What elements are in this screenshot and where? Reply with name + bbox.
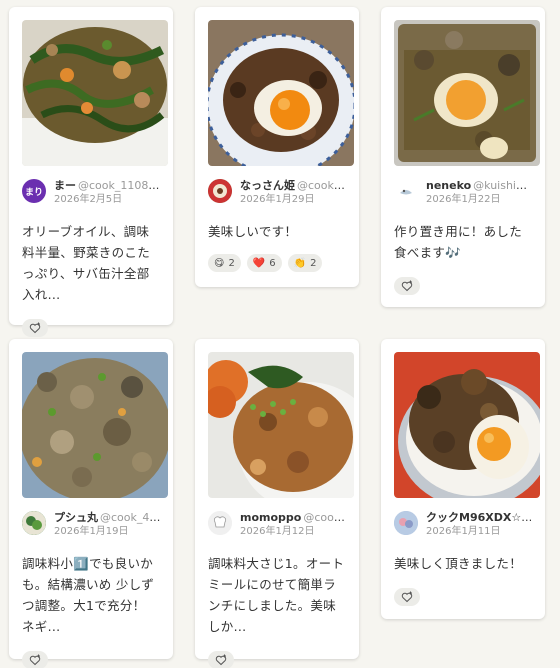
avatar[interactable] — [208, 511, 232, 535]
report-photo[interactable] — [208, 352, 354, 498]
heart-emoji-icon: ❤️ — [252, 257, 266, 269]
author-handle: @kuishinbo_ — [473, 179, 533, 192]
report-date: 2026年1月29日 — [240, 194, 315, 205]
reaction-list: 😋 2 ❤️ 6 👏 2 — [208, 254, 347, 272]
avatar[interactable] — [208, 179, 232, 203]
avatar[interactable] — [394, 511, 418, 535]
report-photo[interactable] — [22, 20, 168, 166]
author-handle: @cook_110801... — [78, 179, 161, 192]
report-comment: 美味しく頂きました！ — [394, 556, 523, 571]
reaction-chip[interactable]: 😋 2 — [208, 254, 241, 272]
heart-plus-icon — [401, 280, 413, 292]
heart-plus-icon — [29, 322, 41, 334]
report-photo[interactable] — [394, 20, 540, 166]
report-card[interactable]: クックM96XDX☆@... 2026年1月11日 美味しく頂きました！ — [381, 339, 545, 619]
reaction-count: 2 — [228, 257, 235, 269]
report-comment: オリーブオイル、調味料半量、野菜きのこたっぷり、サバ缶汁全部入れ... — [22, 224, 151, 302]
author-name[interactable]: なっさん姫 — [240, 179, 295, 192]
add-reaction-button[interactable] — [208, 651, 234, 668]
yum-emoji-icon: 😋 — [214, 257, 225, 269]
reaction-count: 6 — [269, 257, 276, 269]
report-card[interactable]: なっさん姫@cook_4... 2026年1月29日 美味しいです！ 😋2 ❤️… — [195, 7, 359, 287]
report-date: 2026年1月12日 — [240, 526, 315, 537]
reaction-chip[interactable]: 👏 2 — [287, 254, 323, 272]
report-date: 2026年1月22日 — [426, 194, 501, 205]
add-reaction-button[interactable] — [394, 588, 420, 606]
author-handle: @cook_4... — [303, 511, 347, 524]
avatar[interactable] — [22, 511, 46, 535]
avatar[interactable] — [394, 179, 418, 203]
author-name[interactable]: まー — [54, 179, 76, 192]
report-date: 2026年1月19日 — [54, 526, 129, 537]
avatar-initials: まり — [24, 187, 43, 198]
report-photo[interactable] — [208, 20, 354, 166]
report-date: 2026年2月5日 — [54, 194, 123, 205]
clap-emoji-icon: 👏 — [293, 257, 307, 269]
report-photo[interactable] — [22, 352, 168, 498]
report-comment: 作り置き用に！あした食べます🎶 — [394, 224, 523, 260]
reaction-chip[interactable]: ❤️ 6 — [246, 254, 282, 272]
report-comment: 美味しいです！ — [208, 224, 298, 239]
report-card[interactable]: まり まー@cook_110801... 2026年2月5日 オリーブオイル、調… — [9, 7, 173, 337]
author-name[interactable]: momoppo — [240, 511, 301, 524]
report-date: 2026年1月11日 — [426, 526, 501, 537]
report-card[interactable]: neneko@kuishinbo_ 2026年1月22日 作り置き用に！あした食… — [381, 7, 545, 307]
add-reaction-button[interactable] — [22, 319, 48, 337]
heart-plus-icon — [401, 591, 413, 603]
author-name[interactable]: neneko — [426, 179, 471, 192]
reaction-count: 2 — [310, 257, 317, 269]
report-photo[interactable] — [394, 352, 540, 498]
author-handle: @cook_4... — [297, 179, 347, 192]
report-comment: 調味料小1️⃣でも良いかも。結構濃いめ 少しずつ調整。大1で充分！ ネギ... — [22, 556, 155, 634]
heart-plus-icon — [29, 654, 41, 666]
report-card[interactable]: プシュ丸 @cook_41... 2026年1月19日 調味料小1️⃣でも良いかも… — [9, 339, 173, 668]
report-card[interactable]: momoppo@cook_4... 2026年1月12日 調味料大さじ1。オート… — [195, 339, 359, 668]
author-handle: @cook_41... — [100, 511, 161, 524]
heart-plus-icon — [215, 654, 227, 666]
add-reaction-button[interactable] — [394, 277, 420, 295]
author-name[interactable]: プシュ丸 — [54, 511, 98, 524]
avatar[interactable]: まり — [22, 179, 46, 203]
add-reaction-button[interactable] — [22, 651, 48, 668]
author-name[interactable]: クックM96XDX☆ — [426, 511, 532, 524]
report-comment: 調味料大さじ1。オートミールにのせて簡単ランチにしました。美味しか... — [208, 556, 345, 634]
